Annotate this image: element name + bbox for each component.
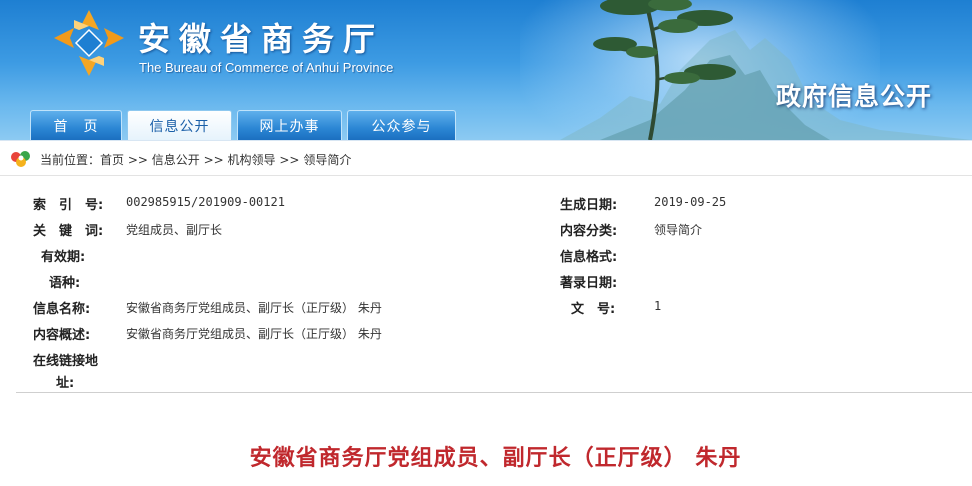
bureau-logo-icon bbox=[54, 10, 124, 76]
breadcrumb-leadership[interactable]: 机构领导 bbox=[228, 153, 276, 167]
summary-label: 内容概述: bbox=[33, 328, 91, 343]
nav-tab-public-participation[interactable]: 公众参与 bbox=[347, 110, 456, 140]
date-value: 2019-09-25 bbox=[654, 195, 727, 209]
breadcrumb-leader-profile[interactable]: 领导简介 bbox=[303, 153, 351, 167]
location-flower-icon bbox=[11, 151, 30, 167]
date-label: 生成日期: bbox=[560, 198, 618, 213]
breadcrumb-separator: >> bbox=[199, 153, 228, 167]
mountain-pine-illustration bbox=[560, 0, 972, 140]
language-label: 语种: bbox=[49, 276, 81, 291]
category-value: 领导简介 bbox=[654, 223, 703, 237]
breadcrumb-prefix: 当前位置： bbox=[40, 153, 101, 167]
validity-label: 有效期: bbox=[41, 250, 86, 265]
keyword-value: 党组成员、副厅长 bbox=[126, 223, 223, 237]
online-link-label: 在线链接地 bbox=[33, 354, 99, 369]
nav-tab-online-services[interactable]: 网上办事 bbox=[237, 110, 342, 140]
breadcrumb-separator: >> bbox=[124, 153, 152, 167]
breadcrumb: 当前位置：首页 >> 信息公开 >> 机构领导 >> 领导简介 bbox=[0, 140, 972, 176]
keyword-label: 关 键 词: bbox=[33, 224, 104, 239]
index-label: 索 引 号: bbox=[33, 198, 104, 213]
docno-label: 文 号: bbox=[571, 302, 616, 317]
online-link-label-cont: 址: bbox=[56, 376, 75, 391]
summary-value: 安徽省商务厅党组成员、副厅长（正厅级） 朱丹 bbox=[126, 327, 382, 341]
record-date-label: 著录日期: bbox=[560, 276, 618, 291]
nav-tab-home[interactable]: 首 页 bbox=[30, 110, 122, 140]
site-subtitle: The Bureau of Commerce of Anhui Province bbox=[139, 60, 394, 75]
site-title: 安徽省商务厅 bbox=[138, 20, 385, 58]
breadcrumb-home[interactable]: 首页 bbox=[100, 153, 124, 167]
site-header: 安徽省商务厅 The Bureau of Commerce of Anhui P… bbox=[0, 0, 972, 140]
name-value: 安徽省商务厅党组成员、副厅长（正厅级） 朱丹 bbox=[126, 301, 382, 315]
main-nav: 首 页 信息公开 网上办事 公众参与 bbox=[30, 110, 461, 140]
content-divider bbox=[16, 392, 972, 393]
name-label: 信息名称: bbox=[33, 302, 91, 317]
section-title: 政府信息公开 bbox=[776, 82, 933, 111]
breadcrumb-trail: 当前位置：首页 >> 信息公开 >> 机构领导 >> 领导简介 bbox=[40, 151, 351, 168]
breadcrumb-separator: >> bbox=[275, 153, 304, 167]
nav-tab-info-disclosure[interactable]: 信息公开 bbox=[127, 110, 232, 140]
index-value: 002985915/201909-00121 bbox=[126, 195, 285, 209]
category-label: 内容分类: bbox=[560, 224, 618, 239]
document-title: 安徽省商务厅党组成员、副厅长（正厅级） 朱丹 bbox=[249, 446, 742, 471]
breadcrumb-info-disclosure[interactable]: 信息公开 bbox=[152, 153, 200, 167]
docno-value: 1 bbox=[654, 299, 662, 313]
format-label: 信息格式: bbox=[560, 250, 618, 265]
